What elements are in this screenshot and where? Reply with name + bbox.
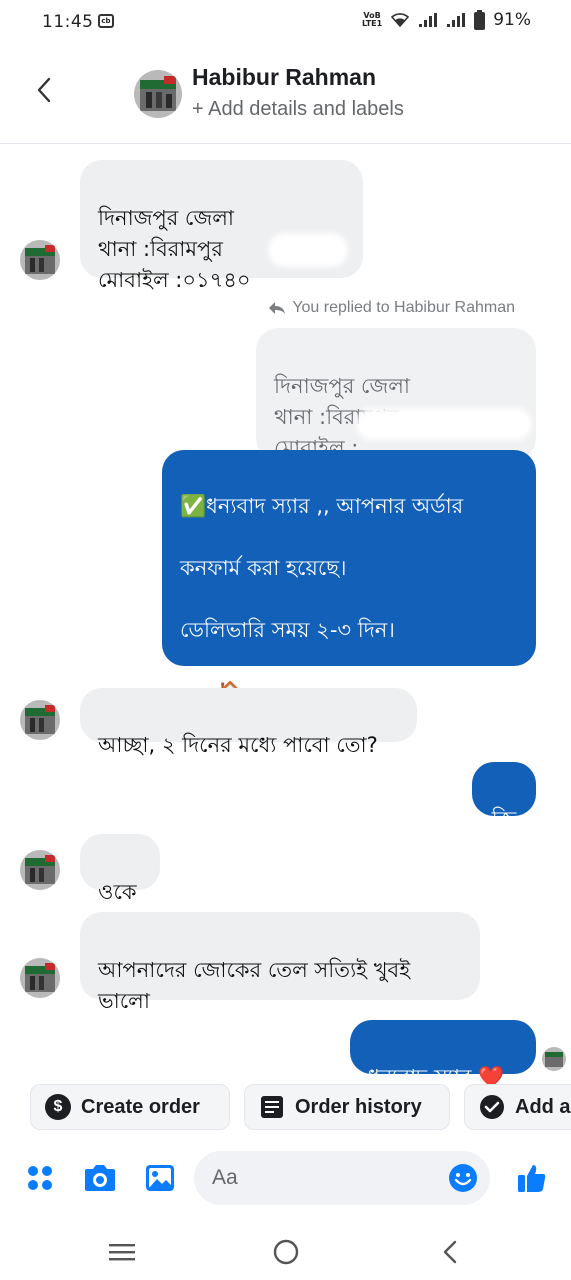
check-mark-icon: ✅ [180, 494, 207, 518]
dollar-icon: $ [45, 1094, 71, 1120]
message-composer: Aa [0, 1148, 571, 1212]
redacted-phone-quoted [356, 408, 532, 440]
home-button[interactable] [266, 1232, 306, 1272]
grid-dots-icon [28, 1166, 52, 1190]
contact-name[interactable]: Habibur Rahman [192, 64, 376, 91]
signal-icon-sim1 [419, 13, 438, 27]
status-time: 11:45 [42, 12, 94, 32]
message-line: ডেলিভারি সময় ২-৩ দিন। [180, 618, 395, 642]
recent-apps-button[interactable] [102, 1232, 142, 1272]
outgoing-message-thanks[interactable]: ধন্যবাদ স্যার ❤️ [350, 1020, 536, 1089]
quick-actions-bar: $ Create order Order history Add a [0, 1080, 571, 1134]
battery-percentage: 91% [493, 10, 531, 30]
checkmark-circle-icon [480, 1095, 504, 1119]
gallery-button[interactable] [140, 1158, 180, 1198]
outgoing-message-yes[interactable]: জি [472, 762, 536, 831]
redacted-phone [268, 233, 348, 267]
message-line: গিয়ে পৌঁছে দেবে। [180, 804, 332, 828]
add-label-button[interactable]: Add a [464, 1084, 571, 1130]
quoted-message[interactable]: দিনাজপুর জেলা থানা :বিরামপুর মোবাইল : [256, 328, 536, 460]
reply-indicator: You replied to Habibur Rahman [268, 299, 515, 317]
notification-icon: cb [98, 14, 114, 28]
chevron-left-icon [37, 77, 51, 103]
incoming-message-question[interactable]: আচ্ছা, ২ দিনের মধ্যে পাবো তো? [80, 688, 417, 757]
image-icon [146, 1165, 174, 1191]
home-circle-icon [273, 1239, 299, 1265]
receipt-icon [261, 1096, 283, 1118]
message-input[interactable]: Aa [194, 1151, 490, 1205]
system-nav-bar [0, 1220, 571, 1280]
reply-arrow-icon [269, 302, 286, 314]
message-line: ✅ধন্যবাদ স্যার ,, আপনার অর্ডার [180, 494, 464, 518]
seen-avatar [542, 1047, 566, 1071]
nav-back-button[interactable] [430, 1232, 470, 1272]
add-details-link[interactable]: + Add details and labels [192, 98, 404, 121]
order-history-button[interactable]: Order history [244, 1084, 450, 1130]
chevron-left-icon [443, 1240, 457, 1264]
contact-avatar[interactable] [134, 70, 182, 118]
like-button[interactable] [512, 1158, 552, 1198]
create-order-button[interactable]: $ Create order [30, 1084, 230, 1130]
camera-icon [85, 1165, 115, 1191]
incoming-message-okay[interactable]: ওকে [80, 834, 160, 904]
signal-icon-sim2 [447, 13, 466, 27]
status-bar: 11:45 cb VoB LTE1 91% [0, 0, 571, 44]
camera-button[interactable] [80, 1158, 120, 1198]
status-icons: VoB LTE1 91% [362, 10, 531, 30]
menu-lines-icon [109, 1244, 135, 1261]
emoji-icon[interactable] [448, 1163, 478, 1193]
volte-icon: VoB LTE1 [361, 11, 383, 28]
outgoing-message-confirmation[interactable]: ✅ধন্যবাদ স্যার ,, আপনার অর্ডার কনফার্ম ক… [162, 450, 536, 828]
sender-avatar [20, 850, 60, 890]
thumbs-up-icon [518, 1165, 546, 1192]
wifi-icon [391, 13, 410, 28]
more-actions-button[interactable] [20, 1158, 60, 1198]
battery-icon [474, 10, 486, 30]
sender-avatar [20, 700, 60, 740]
incoming-message-praise[interactable]: আপনাদের জোকের তেল সত্যিই খুবই ভালো [80, 912, 480, 1013]
back-button[interactable] [28, 74, 60, 106]
conversation-header: Habibur Rahman + Add details and labels [0, 44, 571, 144]
message-line: কনফার্ম করা হয়েছে। [180, 556, 347, 580]
sender-avatar [20, 958, 60, 998]
sender-avatar [20, 240, 60, 280]
